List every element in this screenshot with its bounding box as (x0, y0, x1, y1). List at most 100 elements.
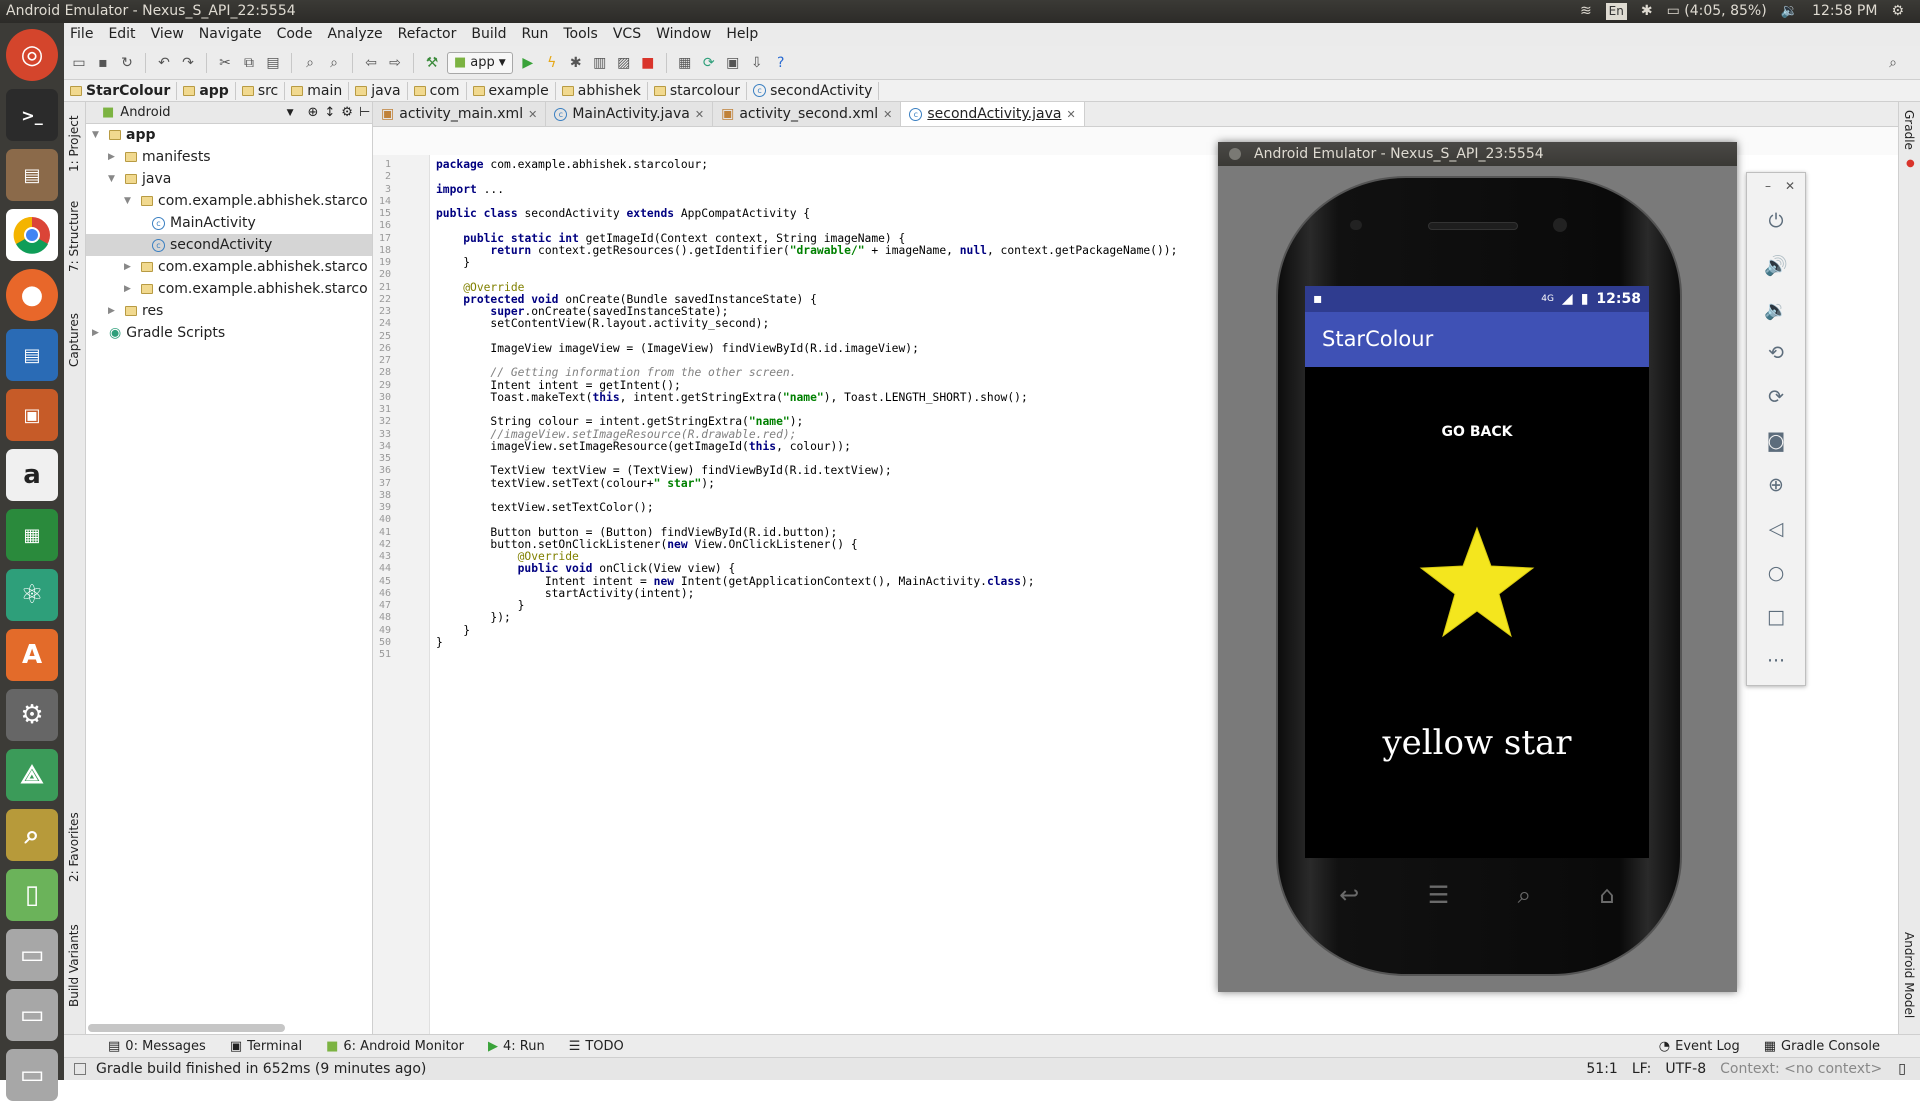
sdk-manager-icon[interactable]: ⇩ (748, 54, 766, 72)
code-line[interactable]: import ... (436, 183, 504, 196)
crumb-example[interactable]: example (467, 81, 556, 100)
android-device-icon[interactable]: ▯ (6, 869, 58, 921)
tab-todo[interactable]: ☰ TODO (557, 1039, 636, 1054)
menu-build[interactable]: Build (471, 23, 506, 46)
settings-gear-icon[interactable]: ⚙ (1891, 0, 1904, 23)
tree-item-res[interactable]: ▶ res (86, 300, 372, 322)
menu-view[interactable]: View (151, 23, 184, 46)
tree-item-gradle-scripts[interactable]: ▶ ◉ Gradle Scripts (86, 322, 372, 344)
toggle-panels-icon[interactable] (74, 1063, 86, 1075)
coverage-icon[interactable]: ▥ (591, 54, 609, 72)
tab-run[interactable]: ▶ 4: Run (476, 1039, 557, 1054)
search-tool-icon[interactable]: ⌕ (6, 809, 58, 861)
chevron-right-icon[interactable]: ▶ (92, 328, 104, 338)
code-line[interactable]: startActivity(intent); (436, 587, 695, 600)
calc-icon[interactable]: ▦ (6, 509, 58, 561)
code-line[interactable]: button.setOnClickListener(new View.OnCli… (436, 538, 857, 551)
chevron-down-icon[interactable]: ▼ (108, 174, 120, 184)
tab-activity-main-xml[interactable]: ▣ activity_main.xml ✕ (373, 102, 547, 126)
code-line[interactable]: setContentView(R.layout.activity_second)… (436, 317, 769, 330)
chevron-right-icon[interactable]: ▶ (108, 152, 120, 162)
code-line[interactable]: public static int getImageId(Context con… (436, 232, 905, 245)
search-everywhere-icon[interactable]: ⌕ (1884, 54, 1902, 72)
drive-icon-2[interactable]: ▭ (6, 989, 58, 1041)
cursor-position[interactable]: 51:1 (1586, 1061, 1617, 1077)
chevron-right-icon[interactable]: ▶ (124, 262, 136, 272)
tree-item-package-test[interactable]: ▶ com.example.abhishek.starco (86, 256, 372, 278)
code-line[interactable]: TextView textView = (TextView) findViewB… (436, 464, 891, 477)
sync-scroll-icon[interactable]: ⊕ (307, 105, 318, 120)
gear-icon[interactable]: ⚙ (341, 105, 353, 120)
back-icon[interactable]: ⇦ (362, 54, 380, 72)
gradle-sync-icon[interactable]: ⟳ (700, 54, 718, 72)
clock[interactable]: 12:58 PM (1812, 0, 1877, 23)
home-button[interactable]: ○ (1747, 551, 1805, 595)
menu-help[interactable]: Help (726, 23, 758, 46)
android-studio-icon[interactable]: ⟁ (6, 749, 58, 801)
code-line[interactable]: return context.getResources().getIdentif… (436, 244, 1177, 257)
forward-icon[interactable]: ⇨ (386, 54, 404, 72)
code-line[interactable]: textView.setTextColor(); (436, 501, 653, 514)
code-line[interactable]: } (436, 599, 525, 612)
code-line[interactable]: public class secondActivity extends AppC… (436, 207, 810, 220)
home-key-icon[interactable]: ⌂ (1600, 881, 1615, 909)
tree-item-java[interactable]: ▼ java (86, 168, 372, 190)
error-indicator-icon[interactable]: ● (1906, 158, 1915, 169)
software-center-icon[interactable]: A (6, 629, 58, 681)
menu-navigate[interactable]: Navigate (199, 23, 262, 46)
writer-icon[interactable]: ▤ (6, 329, 58, 381)
menu-vcs[interactable]: VCS (613, 23, 641, 46)
menu-refactor[interactable]: Refactor (398, 23, 457, 46)
code-line[interactable]: super.onCreate(savedInstanceState); (436, 305, 728, 318)
close-icon[interactable]: ✕ (883, 108, 892, 121)
volume-down-button[interactable]: 🔉 (1747, 287, 1805, 331)
chevron-down-icon[interactable]: ▼ (287, 108, 294, 118)
menu-key-icon[interactable]: ☰ (1428, 881, 1450, 909)
tab-messages[interactable]: ▤ 0: Messages (96, 1039, 218, 1054)
tree-item-app[interactable]: ▼ app (86, 124, 372, 146)
terminal-icon[interactable]: >_ (6, 89, 58, 141)
tab-android-monitor[interactable]: ■ 6: Android Monitor (314, 1039, 476, 1054)
debug-icon[interactable]: ✱ (567, 54, 585, 72)
atom-icon[interactable]: ⚛ (6, 569, 58, 621)
code-line[interactable]: imageView.setImageResource(getImageId(th… (436, 440, 851, 453)
tree-item-package-androidtest[interactable]: ▶ com.example.abhishek.starco (86, 278, 372, 300)
bluetooth-icon[interactable]: ✱ (1641, 0, 1653, 23)
copy-icon[interactable]: ⧉ (240, 54, 258, 72)
hide-icon[interactable]: ⊢ (359, 105, 370, 120)
sync-icon[interactable]: ↻ (118, 54, 136, 72)
menu-tools[interactable]: Tools (563, 23, 598, 46)
tab-android-model[interactable]: Android Model (1902, 932, 1916, 1018)
code-line[interactable]: } (436, 636, 443, 649)
firefox-icon[interactable]: ● (6, 269, 58, 321)
context-indicator[interactable]: Context: <no context> (1720, 1061, 1882, 1077)
project-view-select[interactable]: Android (120, 105, 170, 120)
stop-icon[interactable]: ■ (639, 54, 657, 72)
close-icon[interactable]: ✕ (1066, 108, 1075, 121)
run-config-select[interactable]: ■ app ▼ (447, 51, 513, 74)
back-key-icon[interactable]: ↩ (1339, 881, 1359, 909)
impress-icon[interactable]: ▣ (6, 389, 58, 441)
tab-project[interactable]: 1: Project (67, 115, 81, 172)
crumb-app[interactable]: app (177, 81, 236, 100)
code-line[interactable]: protected void onCreate(Bundle savedInst… (436, 293, 817, 306)
avd-manager-icon[interactable]: ▦ (676, 54, 694, 72)
menu-code[interactable]: Code (277, 23, 313, 46)
apply-changes-icon[interactable]: ϟ (543, 54, 561, 72)
code-line[interactable]: String colour = intent.getStringExtra("n… (436, 415, 803, 428)
find-icon[interactable]: ⌕ (301, 54, 319, 72)
drive-icon-3[interactable]: ▭ (6, 1049, 58, 1101)
zoom-button[interactable]: ⊕ (1747, 463, 1805, 507)
code-line[interactable]: Intent intent = getIntent(); (436, 379, 680, 392)
collapse-icon[interactable]: ↕ (324, 105, 335, 120)
volume-icon[interactable]: 🔉 (1781, 0, 1798, 23)
open-folder-icon[interactable]: ▭ (70, 54, 88, 72)
screenshot-button[interactable]: ◙ (1747, 419, 1805, 463)
ubuntu-dash-icon[interactable]: ◎ (6, 29, 58, 81)
tab-secondactivity-java[interactable]: c secondActivity.java ✕ (901, 102, 1085, 126)
cut-icon[interactable]: ✂ (216, 54, 234, 72)
chevron-down-icon[interactable]: ▼ (124, 196, 136, 206)
horizontal-scrollbar[interactable] (88, 1024, 285, 1032)
line-separator[interactable]: LF: (1632, 1061, 1651, 1077)
tab-mainactivity-java[interactable]: c MainActivity.java ✕ (546, 102, 714, 126)
